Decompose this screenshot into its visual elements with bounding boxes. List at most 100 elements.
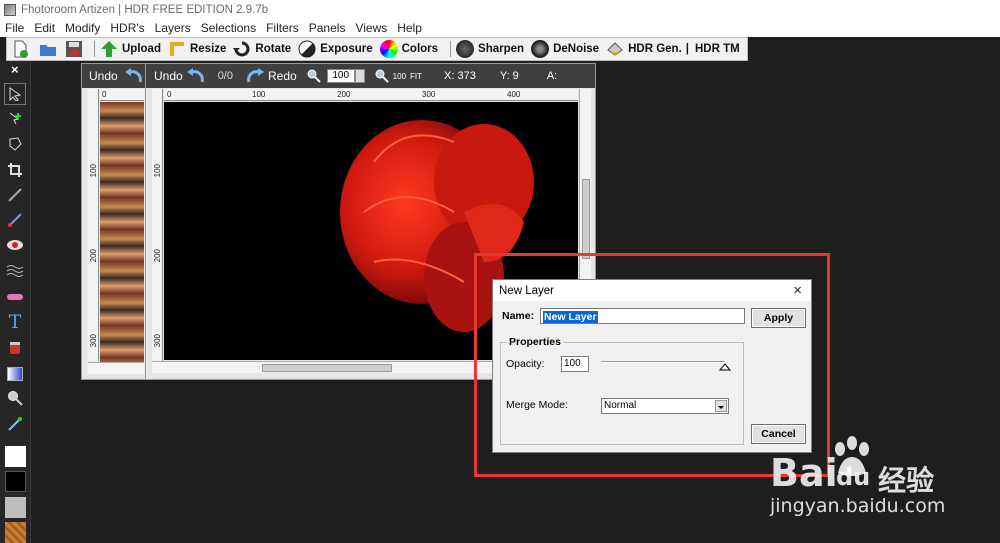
- pencil-tool-icon[interactable]: [4, 209, 26, 231]
- history-counter: 0/0: [217, 70, 233, 82]
- close-palette-icon[interactable]: ×: [11, 62, 19, 77]
- toolbar-separator: [94, 41, 95, 57]
- upload-icon: [101, 41, 117, 57]
- canvas-ruler-left: 100 200 300: [152, 89, 163, 361]
- toolbar: Upload Resize Rotate Exposure Colors Sha…: [0, 37, 1000, 61]
- zoom-100-button[interactable]: 100: [393, 72, 406, 81]
- navigator-horizontal-scrollbar[interactable]: [88, 362, 144, 374]
- pointer-tool-icon[interactable]: [4, 83, 26, 105]
- new-file-button[interactable]: [11, 40, 29, 58]
- canvas-header: Undo 0/0 Redo 100 100 FIT X: 373 Y: 9 A:: [146, 64, 595, 88]
- horizontal-scroll-thumb[interactable]: [262, 364, 392, 372]
- window-title: Fhotoroom Artizen | HDR FREE EDITION 2.9…: [21, 3, 269, 16]
- ruler-tick-label: 200: [337, 90, 351, 99]
- red-eye-tool-icon[interactable]: [4, 234, 26, 256]
- save-file-button[interactable]: [65, 40, 83, 58]
- menu-help[interactable]: Help: [392, 21, 427, 35]
- text-tool-icon[interactable]: T: [4, 311, 26, 333]
- undo-label[interactable]: Undo: [154, 69, 183, 83]
- sharpen-button[interactable]: Sharpen: [456, 40, 524, 58]
- cursor-x-readout: X: 373: [444, 70, 476, 82]
- upload-button[interactable]: Upload: [100, 40, 161, 58]
- colors-button[interactable]: Colors: [379, 40, 438, 58]
- ruler-tick-label: 300: [153, 334, 162, 348]
- menu-hdrs[interactable]: HDR's: [105, 21, 149, 35]
- menu-modify[interactable]: Modify: [60, 21, 105, 35]
- navigator-undo-label[interactable]: Undo: [89, 69, 118, 83]
- foreground-color-swatch[interactable]: [5, 446, 26, 467]
- texture-swatch[interactable]: [5, 522, 26, 543]
- add-selection-tool-icon[interactable]: [4, 108, 26, 130]
- navigator-ruler-left: 100 200 300: [88, 89, 99, 361]
- toolbar-pipe: |: [685, 43, 689, 55]
- rotate-icon: [233, 41, 250, 57]
- menu-panels[interactable]: Panels: [304, 21, 351, 35]
- zoom-out-icon[interactable]: [375, 69, 389, 83]
- undo-arrow-icon[interactable]: [186, 68, 204, 84]
- watermark-brand-bai: Bai: [770, 451, 838, 495]
- zoom-in-icon[interactable]: [307, 69, 321, 83]
- title-bar: Fhotoroom Artizen | HDR FREE EDITION 2.9…: [0, 0, 1000, 19]
- hdr-gen-label: HDR Gen.: [628, 43, 682, 55]
- menu-file[interactable]: File: [0, 21, 29, 35]
- menu-selections[interactable]: Selections: [196, 21, 261, 35]
- ruler-tick-label: 400: [507, 90, 521, 99]
- navigator-thumbnail[interactable]: [100, 102, 144, 362]
- denoise-label: DeNoise: [553, 43, 600, 55]
- hdr-gen-button[interactable]: HDR Gen.: [606, 40, 682, 58]
- menu-views[interactable]: Views: [350, 21, 392, 35]
- brush-tool-icon[interactable]: [4, 184, 26, 206]
- sharpen-icon: [456, 40, 475, 58]
- vertical-scroll-thumb[interactable]: [582, 179, 590, 259]
- ruler-tick-label: 100: [153, 164, 162, 178]
- hdr-tm-button[interactable]: HDR TM: [695, 43, 740, 55]
- gray-color-swatch[interactable]: [5, 497, 26, 518]
- ruler-tick-label: 0: [102, 90, 107, 99]
- ruler-tick-label: 100: [252, 90, 266, 99]
- undo-arrow-icon[interactable]: [124, 68, 142, 84]
- menu-bar: File Edit Modify HDR's Layers Selections…: [0, 19, 1000, 37]
- open-file-button[interactable]: [39, 40, 57, 58]
- menu-edit[interactable]: Edit: [29, 21, 60, 35]
- folder-icon: [40, 45, 56, 56]
- ruler-tick-label: 300: [89, 334, 98, 348]
- gradient-swatch: [7, 367, 23, 381]
- redo-label[interactable]: Redo: [268, 69, 297, 83]
- gradient-tool-icon[interactable]: [4, 363, 26, 385]
- ruler-tick-label: 200: [89, 249, 98, 263]
- watermark-url: jingyan.baidu.com: [770, 495, 946, 517]
- rotate-label: Rotate: [255, 43, 292, 55]
- menu-filters[interactable]: Filters: [261, 21, 304, 35]
- background-color-swatch[interactable]: [5, 471, 26, 492]
- resize-button[interactable]: Resize: [168, 40, 226, 58]
- zoom-input[interactable]: 100: [326, 69, 355, 83]
- rotate-button[interactable]: Rotate: [233, 40, 291, 58]
- navigator-ruler-top: 0: [100, 89, 144, 101]
- ruler-tick-label: 0: [167, 90, 172, 99]
- exposure-label: Exposure: [320, 43, 373, 55]
- eraser-tool-icon[interactable]: [4, 286, 26, 308]
- fit-button[interactable]: FIT: [410, 72, 422, 81]
- navigator-window: Undo 0 100 200 300: [81, 63, 149, 380]
- cursor-y-readout: Y: 9: [499, 70, 519, 82]
- new-file-icon: [14, 40, 28, 58]
- denoise-button[interactable]: DeNoise: [531, 40, 599, 58]
- toolbar-strip: Upload Resize Rotate Exposure Colors Sha…: [6, 37, 748, 61]
- toolbar-separator: [450, 41, 452, 57]
- eyedropper-tool-icon[interactable]: [4, 413, 26, 435]
- hdr-tm-label: HDR TM: [694, 43, 740, 55]
- redo-arrow-icon[interactable]: [247, 68, 265, 84]
- smudge-tool-icon[interactable]: [4, 259, 26, 281]
- fill-bucket-tool-icon[interactable]: [4, 337, 26, 359]
- zoom-stepper[interactable]: [354, 69, 365, 83]
- resize-label: Resize: [189, 43, 227, 55]
- crop-tool-icon[interactable]: [4, 159, 26, 181]
- resize-icon: [169, 42, 184, 56]
- zoom-tool-icon[interactable]: [4, 387, 26, 409]
- save-icon: [66, 41, 82, 57]
- lasso-tool-icon[interactable]: [4, 133, 26, 155]
- tool-palette: × T: [0, 61, 31, 543]
- exposure-button[interactable]: Exposure: [298, 40, 373, 58]
- watermark-brand-du: du: [836, 463, 871, 491]
- menu-layers[interactable]: Layers: [150, 21, 196, 35]
